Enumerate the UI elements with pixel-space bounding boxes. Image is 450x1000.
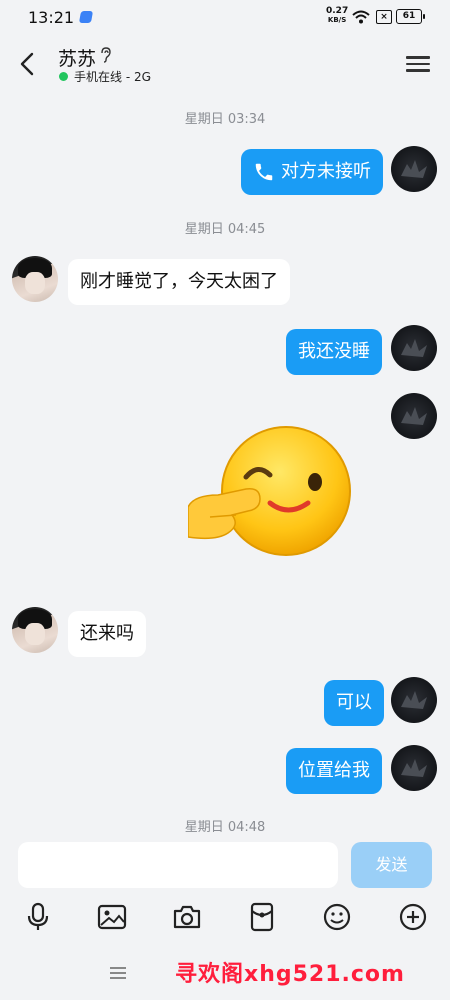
wifi-icon	[352, 10, 370, 24]
camera-icon	[173, 905, 201, 929]
timestamp: 星期日 04:45	[184, 222, 266, 237]
app-notification-icon	[78, 11, 94, 23]
message-input[interactable]	[18, 842, 338, 888]
image-button[interactable]	[95, 900, 129, 934]
avatar-silhouette-icon	[401, 759, 427, 777]
message-bubble-outgoing[interactable]: 位置给我	[286, 748, 382, 794]
timestamp: 星期日 03:34	[184, 112, 266, 127]
emoji-button[interactable]	[320, 900, 354, 934]
voice-button[interactable]	[21, 900, 55, 934]
network-speed-value: 0.27	[326, 6, 349, 16]
message-bubble-outgoing[interactable]: 可以	[324, 680, 384, 726]
contact-name[interactable]: 苏苏	[58, 44, 96, 71]
battery-icon: 61	[396, 9, 425, 24]
status-bar: 13:21 0.27 KB/S × 61	[0, 0, 450, 34]
online-status-dot	[59, 72, 68, 81]
menu-icon[interactable]	[406, 52, 430, 76]
my-avatar[interactable]	[391, 677, 437, 723]
message-text: 我还没睡	[298, 341, 370, 362]
nav-menu-icon[interactable]	[110, 964, 126, 982]
watermark-text: 寻欢阁xhg521.com	[175, 962, 405, 987]
phone-icon	[255, 163, 273, 181]
my-avatar[interactable]	[391, 146, 437, 192]
contact-avatar[interactable]	[12, 607, 58, 653]
network-speed-unit: KB/S	[327, 16, 347, 24]
call-record-bubble[interactable]: 对方未接听	[241, 149, 383, 195]
my-avatar[interactable]	[391, 325, 437, 371]
chat-header: 苏苏 手机在线 - 2G ›	[0, 34, 450, 94]
avatar-silhouette-icon	[401, 691, 427, 709]
network-speed: 0.27 KB/S	[326, 7, 348, 25]
message-bubble-incoming[interactable]: 刚才睡觉了，今天太困了	[68, 259, 290, 305]
message-text: 还来吗	[80, 623, 134, 644]
call-record-text: 对方未接听	[281, 161, 371, 182]
chevron-right-icon[interactable]: ›	[147, 71, 151, 84]
message-text: 可以	[336, 692, 372, 713]
composer: 发送 寻欢阁xhg521.com	[0, 836, 450, 1000]
ear-icon[interactable]	[100, 47, 112, 63]
plus-circle-icon	[399, 903, 427, 931]
online-status-text[interactable]: 手机在线 - 2G	[74, 68, 151, 85]
red-packet-button[interactable]	[245, 900, 279, 934]
timestamp: 星期日 04:48	[184, 820, 266, 835]
camera-button[interactable]	[170, 900, 204, 934]
wink-emoji-sticker[interactable]	[188, 425, 358, 560]
back-arrow-icon[interactable]	[14, 50, 42, 78]
more-button[interactable]	[396, 900, 430, 934]
message-text: 刚才睡觉了，今天太困了	[80, 271, 278, 292]
avatar-silhouette-icon	[401, 407, 427, 425]
smiley-icon	[323, 903, 351, 931]
my-avatar[interactable]	[391, 745, 437, 791]
message-bubble-incoming[interactable]: 还来吗	[68, 611, 146, 657]
red-packet-icon	[250, 902, 274, 932]
image-icon	[97, 904, 127, 930]
contact-avatar[interactable]	[12, 256, 58, 302]
my-avatar[interactable]	[391, 393, 437, 439]
avatar-silhouette-icon	[401, 160, 427, 178]
microphone-icon	[27, 902, 49, 930]
send-button[interactable]: 发送	[351, 842, 432, 888]
status-time: 13:21	[28, 8, 75, 27]
avatar-silhouette-icon	[401, 339, 427, 357]
sim-icon: ×	[376, 10, 392, 24]
message-text: 位置给我	[298, 760, 370, 781]
message-bubble-outgoing[interactable]: 我还没睡	[286, 329, 382, 375]
